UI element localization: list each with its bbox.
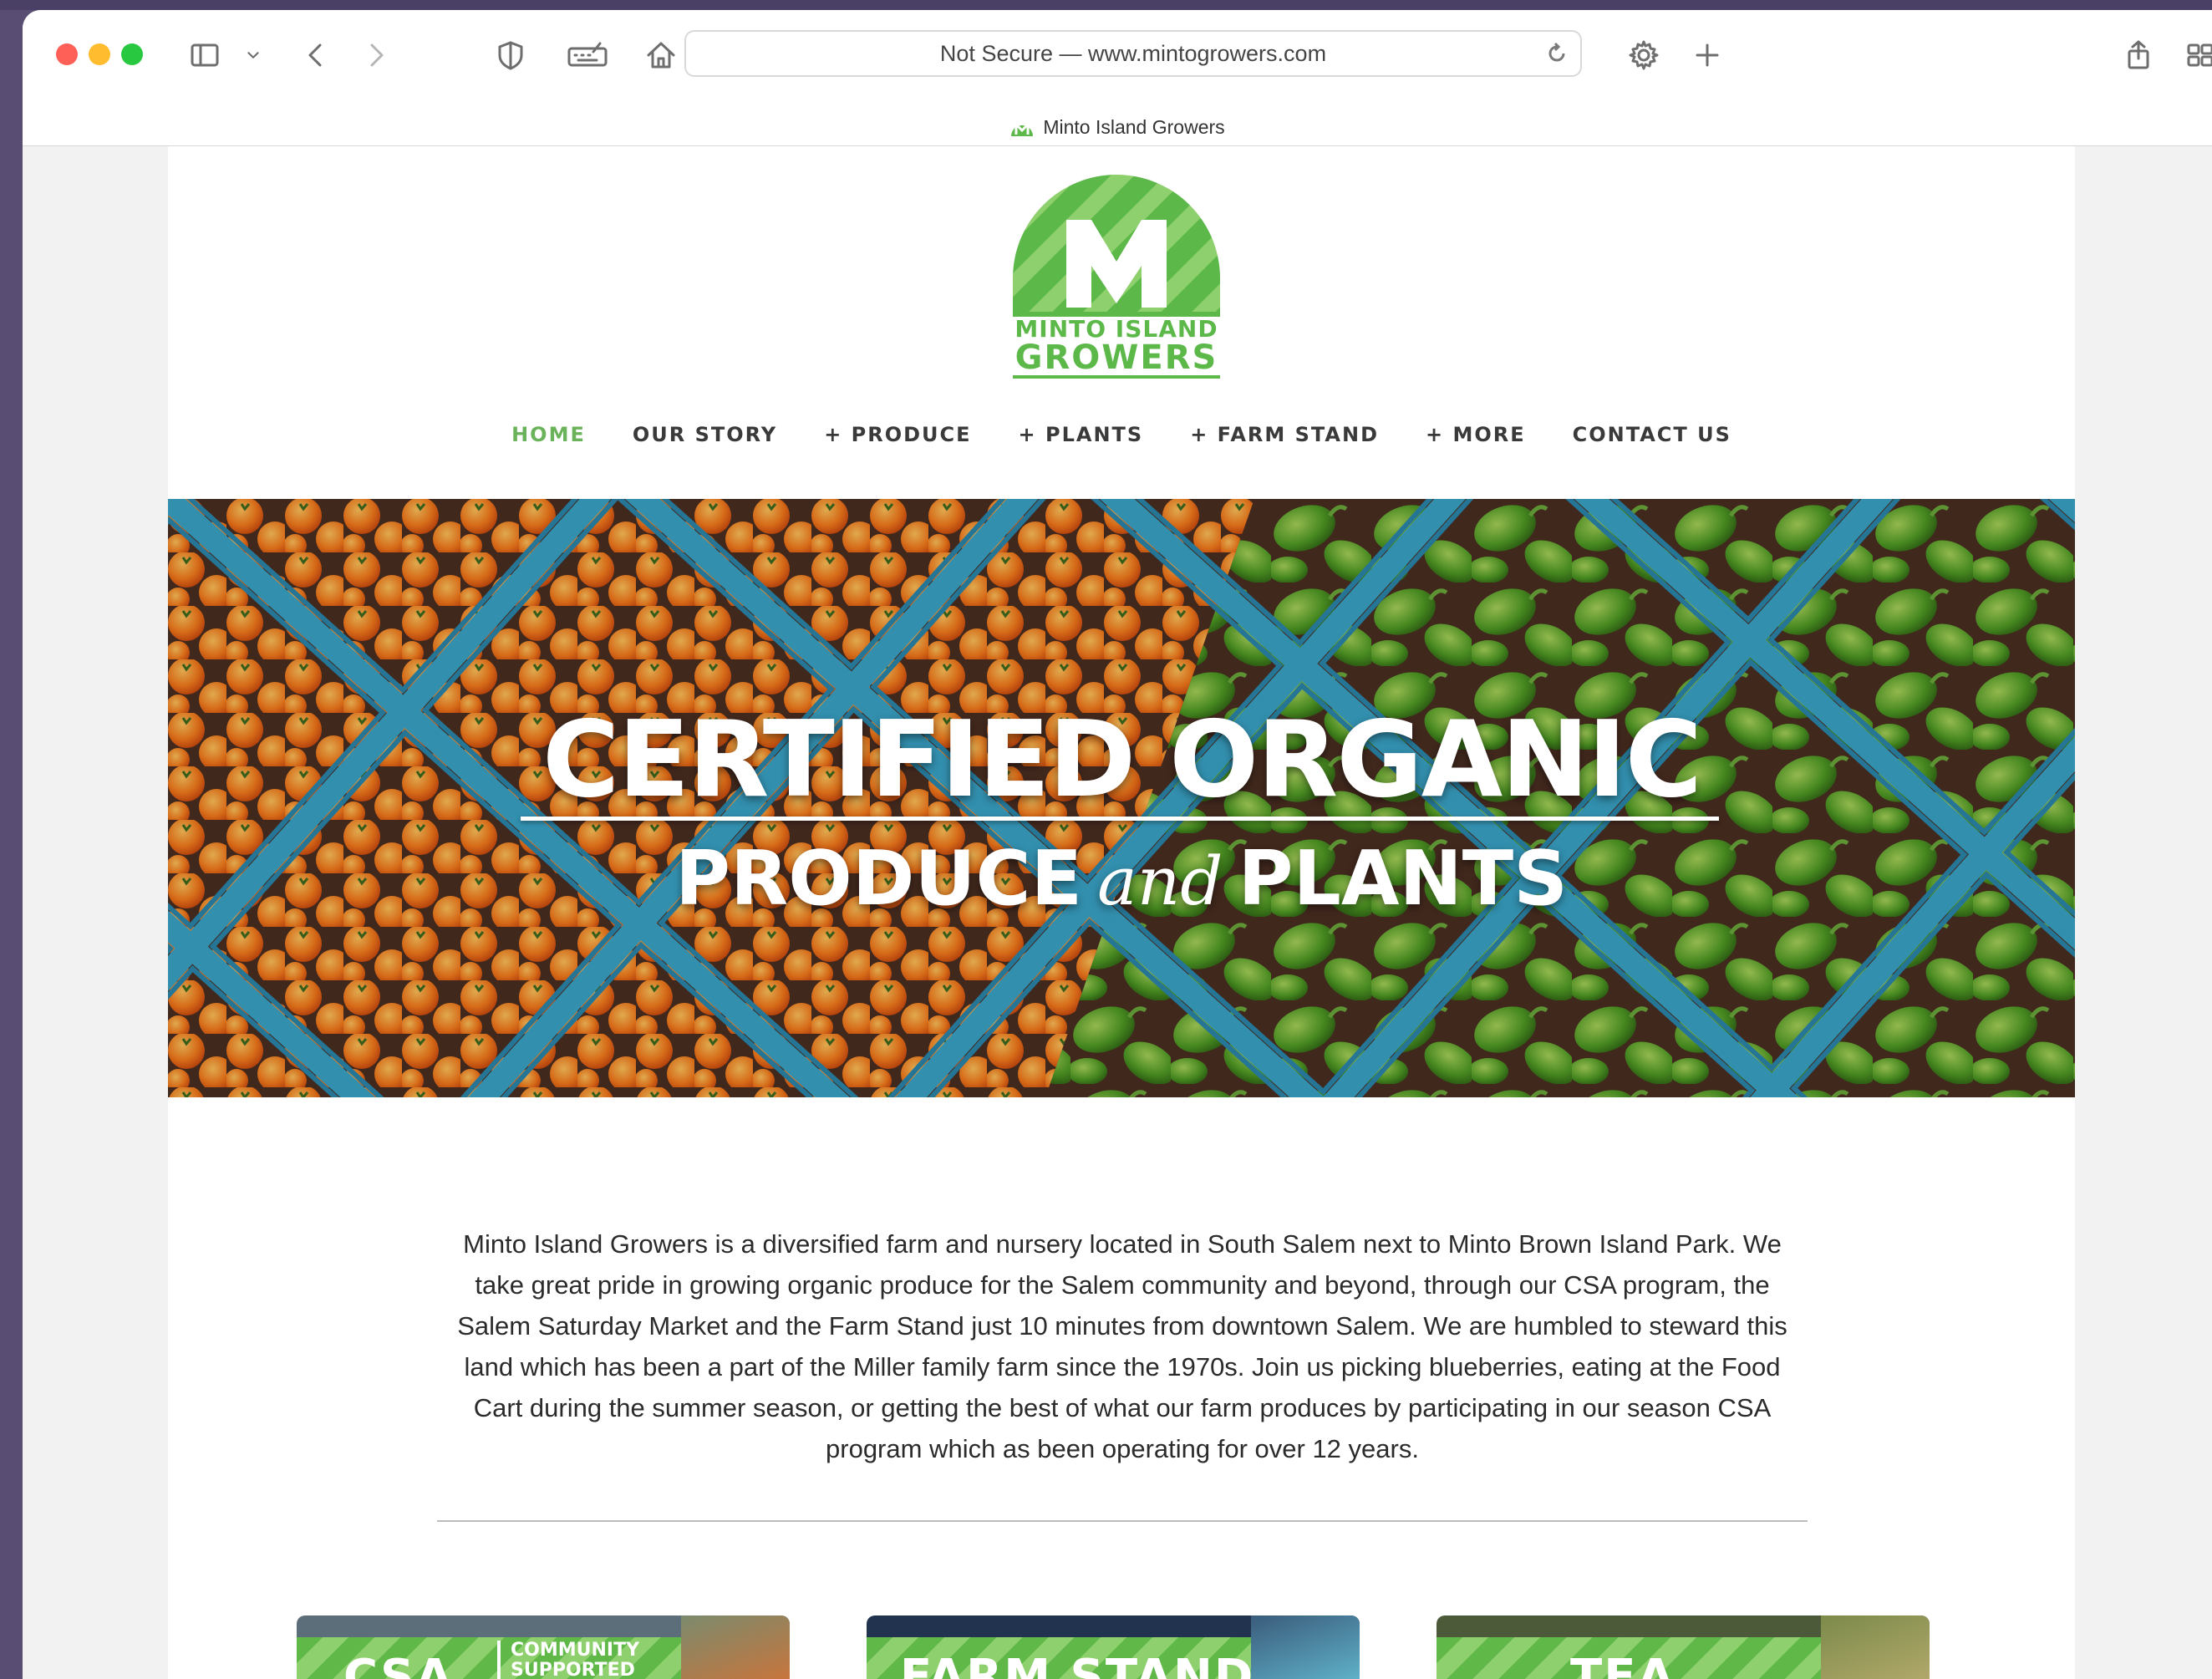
home-icon[interactable] [643, 37, 679, 74]
farm-stand-card-photo [1251, 1615, 1360, 1679]
hero-sub-plants: PLANTS [1238, 835, 1569, 923]
farm-stand-card-title: FARM STAND [900, 1650, 1255, 1679]
csa-card-photo [681, 1615, 790, 1679]
keyboard-icon[interactable] [564, 37, 611, 74]
csa-card-title: CSA [343, 1650, 454, 1679]
active-tab[interactable]: Minto Island Growers [1009, 109, 1225, 145]
main-navigation: HOME OUR STORY + PRODUCE + PLANTS + FARM… [168, 415, 2075, 454]
csa-card[interactable]: CSA COMMUNITY SUPPORTED [297, 1615, 790, 1679]
site-favicon-icon [1011, 121, 1034, 136]
chevron-down-icon[interactable] [242, 37, 265, 74]
tab-overview-icon[interactable] [2182, 37, 2212, 74]
section-divider [437, 1520, 1808, 1522]
csa-sub-line1: COMMUNITY [511, 1640, 640, 1661]
web-page: MINTO ISLAND GROWERS HOME OUR STORY + PR… [168, 146, 2075, 1679]
hero-divider-line [521, 817, 1719, 821]
tea-card-photo [1821, 1615, 1930, 1679]
hero-headline: CERTIFIED ORGANIC [542, 698, 1702, 821]
reload-icon[interactable] [1545, 42, 1569, 65]
minto-island-growers-logo[interactable]: MINTO ISLAND GROWERS [1008, 170, 1225, 379]
tab-title: Minto Island Growers [1043, 115, 1225, 138]
minimize-window-button[interactable] [89, 43, 110, 65]
nav-more[interactable]: + MORE [1426, 415, 1526, 454]
csa-sub-line2: SUPPORTED [511, 1660, 635, 1679]
nav-our-story[interactable]: OUR STORY [633, 415, 777, 454]
browser-toolbar: Not Secure — www.mintogrowers.com Minto … [23, 10, 2212, 146]
new-tab-plus-icon[interactable] [1689, 37, 1726, 74]
logo-line2: GROWERS [1015, 338, 1218, 377]
forward-arrow-icon[interactable] [357, 37, 394, 74]
back-arrow-icon[interactable] [298, 37, 335, 74]
nav-contact-us[interactable]: CONTACT US [1573, 415, 1731, 454]
nav-plants[interactable]: + PLANTS [1019, 415, 1144, 454]
nav-produce[interactable]: + PRODUCE [824, 415, 971, 454]
farm-stand-card[interactable]: FARM STAND [867, 1615, 1360, 1679]
address-bar[interactable]: Not Secure — www.mintogrowers.com [684, 30, 1582, 77]
sidebar-toggle-icon[interactable] [186, 37, 223, 74]
nav-farm-stand[interactable]: + FARM STAND [1190, 415, 1379, 454]
browser-window: Not Secure — www.mintogrowers.com Minto … [23, 10, 2212, 1679]
hero-sub-produce: PRODUCE [674, 835, 1083, 923]
intro-paragraph: Minto Island Growers is a diversified fa… [457, 1229, 1787, 1463]
hero-subheadline: PRODUCE and PLANTS [168, 833, 2075, 928]
tea-card[interactable]: TEA [1437, 1615, 1930, 1679]
close-window-button[interactable] [56, 43, 78, 65]
privacy-shield-icon[interactable] [492, 37, 529, 74]
tab-bar: Minto Island Growers [23, 109, 2212, 145]
gear-icon[interactable] [1625, 37, 1662, 74]
zoom-window-button[interactable] [121, 43, 143, 65]
csa-card-subtitle: COMMUNITY SUPPORTED [497, 1641, 639, 1679]
desktop-background [0, 0, 2212, 10]
share-icon[interactable] [2120, 37, 2157, 74]
address-text: Not Secure — www.mintogrowers.com [939, 41, 1327, 66]
nav-home[interactable]: HOME [511, 415, 586, 454]
hero-sub-and: and [1097, 842, 1223, 920]
hero-banner: CERTIFIED ORGANIC PRODUCE and PLANTS [168, 499, 2075, 1097]
tea-card-title: TEA [1570, 1650, 1676, 1679]
